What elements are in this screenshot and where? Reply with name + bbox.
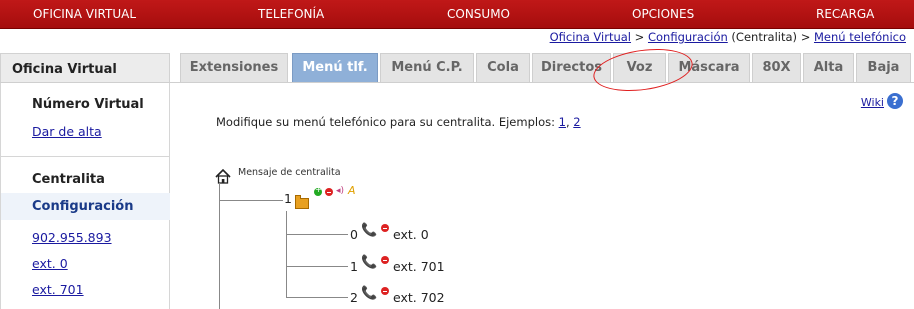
nav-oficina-virtual[interactable]: OFICINA VIRTUAL bbox=[33, 7, 136, 21]
phone-icon: 📞 bbox=[361, 255, 378, 270]
child-1-ext: ext. 701 bbox=[393, 259, 445, 274]
example-link-2[interactable]: 2 bbox=[573, 115, 580, 129]
folder-icon[interactable] bbox=[295, 195, 309, 209]
delete-child-0-icon[interactable] bbox=[381, 224, 389, 232]
breadcrumb-centralita-text: (Centralita) > bbox=[727, 30, 814, 44]
nav-telefonia[interactable]: TELEFONÍA bbox=[258, 7, 324, 21]
nav-consumo[interactable]: CONSUMO bbox=[447, 7, 510, 21]
tab-cola[interactable]: Cola bbox=[476, 53, 530, 83]
intro-text: Modifique su menú telefónico para su cen… bbox=[216, 115, 581, 129]
delete-child-1-icon[interactable] bbox=[381, 256, 389, 264]
tab-menu-tlf[interactable]: Menú tlf. bbox=[292, 53, 378, 83]
sidebar-item-configuracion-label: Configuración bbox=[32, 199, 134, 214]
help-icon[interactable]: ? bbox=[887, 93, 903, 109]
sidebar: Número Virtual Dar de alta Centralita Co… bbox=[0, 83, 170, 309]
sidebar-link-ext-0[interactable]: ext. 0 bbox=[32, 256, 68, 271]
child-0-number: 0 bbox=[350, 227, 358, 242]
tree-node-number: 1 bbox=[284, 191, 292, 206]
add-icon[interactable] bbox=[314, 185, 322, 196]
annotation-circle bbox=[590, 43, 696, 97]
breadcrumb-configuracion[interactable]: Configuración bbox=[648, 30, 728, 44]
tree-trunk-line bbox=[219, 183, 220, 309]
sidebar-item-configuracion[interactable]: Configuración bbox=[1, 193, 170, 220]
example-link-1[interactable]: 1 bbox=[559, 115, 566, 129]
intro-sentence: Modifique su menú telefónico para su cen… bbox=[216, 115, 559, 129]
delete-child-2-icon[interactable] bbox=[381, 287, 389, 295]
phone-icon: 📞 bbox=[361, 286, 378, 301]
child-2-number: 2 bbox=[350, 290, 358, 305]
sidebar-section-numero-virtual: Número Virtual bbox=[32, 97, 144, 112]
text-icon[interactable]: A bbox=[348, 184, 356, 197]
sidebar-link-number[interactable]: 902.955.893 bbox=[32, 230, 112, 245]
tree-child-line-2 bbox=[286, 297, 348, 298]
tab-extensiones[interactable]: Extensiones bbox=[180, 53, 288, 83]
top-navigation-bar: OFICINA VIRTUAL TELEFONÍA CONSUMO OPCION… bbox=[0, 0, 914, 29]
sidebar-header: Oficina Virtual bbox=[0, 53, 170, 83]
speaker-icon[interactable]: ◂) bbox=[336, 186, 344, 196]
breadcrumb: Oficina Virtual > Configuración (Central… bbox=[550, 30, 906, 44]
phone-icon: 📞 bbox=[361, 223, 378, 238]
tree-child-line-0 bbox=[286, 234, 348, 235]
nav-recarga[interactable]: RECARGA bbox=[816, 7, 874, 21]
tab-bar: Oficina Virtual Extensiones Menú tlf. Me… bbox=[0, 53, 914, 83]
nav-opciones[interactable]: OPCIONES bbox=[632, 7, 694, 21]
sidebar-divider bbox=[1, 156, 170, 157]
sidebar-link-ext-701[interactable]: ext. 701 bbox=[32, 282, 84, 297]
sidebar-section-centralita: Centralita bbox=[32, 172, 105, 187]
home-icon[interactable] bbox=[215, 169, 231, 184]
child-1-number: 1 bbox=[350, 259, 358, 274]
breadcrumb-menu-telefonico[interactable]: Menú telefónico bbox=[814, 30, 906, 44]
sidebar-link-dar-de-alta[interactable]: Dar de alta bbox=[32, 124, 102, 139]
tree-child-line-1 bbox=[286, 266, 348, 267]
tab-menu-cp[interactable]: Menú C.P. bbox=[380, 53, 474, 83]
wiki-link[interactable]: Wiki bbox=[861, 96, 884, 109]
tree-root-label: Mensaje de centralita bbox=[238, 167, 341, 178]
child-2-ext: ext. 702 bbox=[393, 290, 445, 305]
delete-icon[interactable] bbox=[325, 188, 333, 196]
tab-alta[interactable]: Alta bbox=[803, 53, 854, 83]
child-0-ext: ext. 0 bbox=[393, 227, 429, 242]
breadcrumb-separator: > bbox=[631, 30, 648, 44]
breadcrumb-oficina-virtual[interactable]: Oficina Virtual bbox=[550, 30, 631, 44]
tree-branch-line bbox=[219, 200, 283, 201]
tree-children-line bbox=[286, 211, 287, 298]
tab-baja[interactable]: Baja bbox=[856, 53, 911, 83]
tab-80x[interactable]: 80X bbox=[752, 53, 801, 83]
